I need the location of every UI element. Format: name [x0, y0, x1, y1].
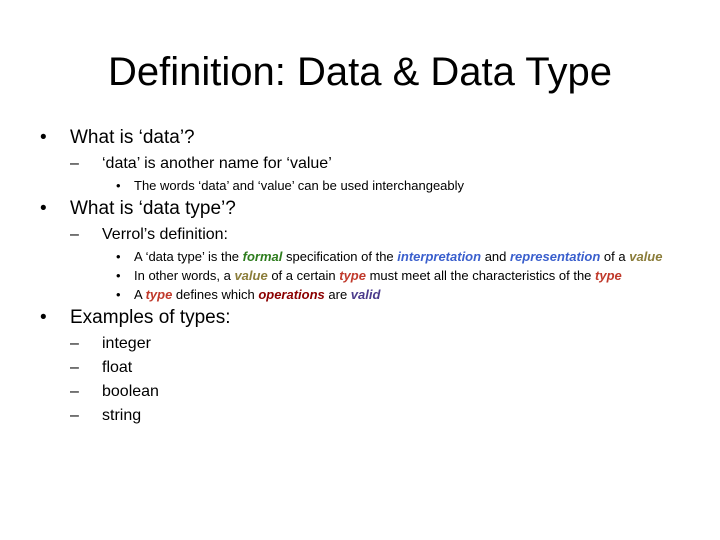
bullet-dash: – — [70, 383, 79, 400]
text-run: of a — [600, 249, 630, 264]
sub-sub-bullet-definition: • A ‘data type’ is the formal specificat… — [40, 249, 680, 265]
text-run: A ‘data type’ is the — [134, 249, 243, 264]
bullet-dash: – — [70, 359, 79, 376]
highlight-type: type — [595, 268, 622, 283]
bullet-dot: • — [116, 178, 121, 193]
text-run: In other words, a — [134, 268, 235, 283]
example-type-item: – integer — [40, 334, 680, 354]
bullet-dash: – — [70, 335, 79, 352]
bullet-text: integer — [102, 335, 151, 352]
bullet-text: Examples of types: — [70, 307, 231, 328]
bullet-dot: • — [40, 198, 47, 219]
bullet-what-is-data-type: • What is ‘data type’? — [40, 197, 680, 221]
sub-sub-bullet-other-words: • In other words, a value of a certain t… — [40, 268, 680, 284]
highlight-value: value — [234, 268, 268, 283]
highlight-formal: formal — [242, 249, 283, 264]
text-run: must meet all the characteristics of the — [365, 268, 596, 283]
bullet-dot: • — [116, 249, 121, 264]
highlight-value: value — [629, 249, 663, 264]
text-run: specification of the — [282, 249, 398, 264]
bullet-dash: – — [70, 155, 79, 172]
sub-bullet-verrols-definition: – Verrol’s definition: — [40, 225, 680, 245]
slide: Definition: Data & Data Type • What is ‘… — [0, 0, 720, 540]
text-run: defines which — [172, 287, 259, 302]
bullet-dash: – — [70, 407, 79, 424]
bullet-dot: • — [116, 268, 121, 283]
bullet-dot: • — [40, 307, 47, 328]
bullet-text: ‘data’ is another name for ‘value’ — [102, 155, 332, 172]
example-type-item: – string — [40, 406, 680, 426]
sub-sub-bullet-interchangeably: • The words ‘data’ and ‘value’ can be us… — [40, 178, 680, 194]
highlight-interpretation: interpretation — [397, 249, 482, 264]
highlight-operations: operations — [258, 287, 325, 302]
bullet-text: boolean — [102, 383, 159, 400]
highlight-type: type — [339, 268, 366, 283]
slide-title: Definition: Data & Data Type — [108, 50, 612, 94]
text-run: of a certain — [267, 268, 340, 283]
highlight-type: type — [145, 287, 173, 302]
bullet-text: What is ‘data’? — [70, 127, 195, 148]
bullet-dash: – — [70, 226, 79, 243]
text-run: are — [324, 287, 351, 302]
bullet-what-is-data: • What is ‘data’? — [40, 126, 680, 150]
sub-sub-bullet-defines: • A type defines which operations are va… — [40, 287, 680, 303]
highlight-representation: representation — [510, 249, 601, 264]
example-type-item: – float — [40, 358, 680, 378]
bullet-text: What is ‘data type’? — [70, 198, 236, 219]
text-run: and — [481, 249, 510, 264]
bullet-text: The words ‘data’ and ‘value’ can be used… — [134, 178, 465, 193]
example-type-item: – boolean — [40, 382, 680, 402]
bullet-dot: • — [40, 127, 47, 148]
text-run: A — [134, 287, 146, 302]
slide-body: • What is ‘data’? – ‘data’ is another na… — [40, 126, 680, 430]
bullet-dot: • — [116, 287, 121, 302]
sub-bullet-another-name: – ‘data’ is another name for ‘value’ — [40, 154, 680, 174]
bullet-text: string — [102, 407, 142, 424]
bullet-text: Verrol’s definition: — [102, 226, 228, 243]
bullet-examples-of-types: • Examples of types: — [40, 306, 680, 330]
highlight-valid: valid — [350, 287, 381, 302]
bullet-text: float — [102, 359, 133, 376]
